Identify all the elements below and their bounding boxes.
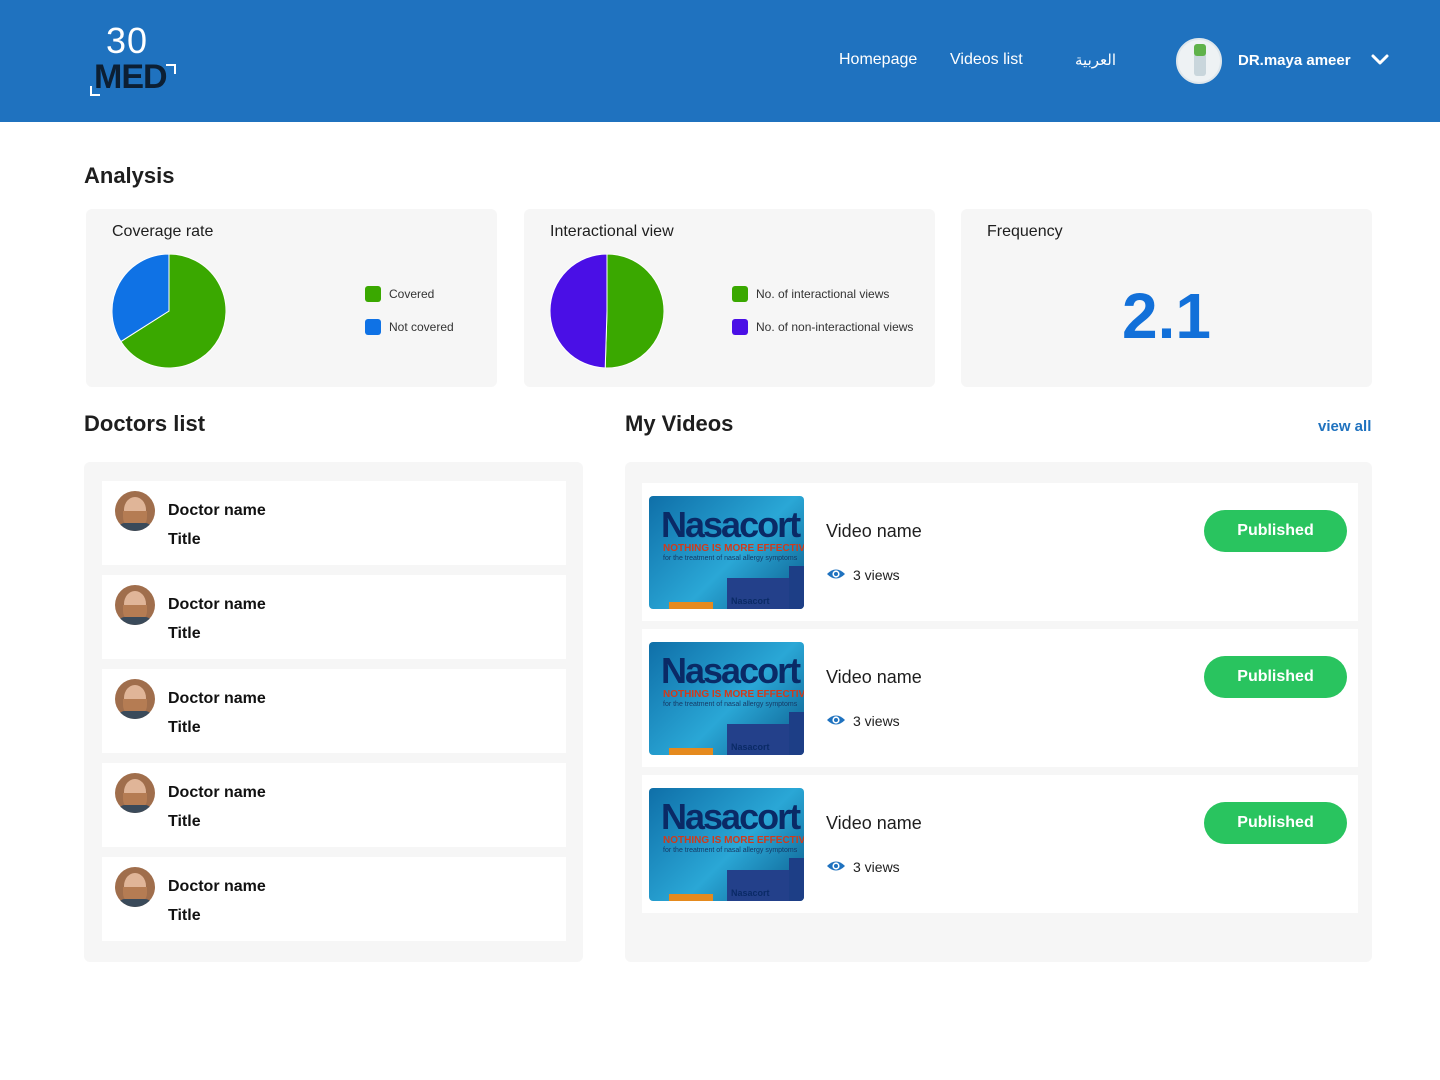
doctor-avatar bbox=[115, 491, 155, 531]
doctor-title: Title bbox=[168, 907, 201, 924]
my-videos-panel: Nasacort NOTHING IS MORE EFFECTIVE for t… bbox=[625, 462, 1372, 962]
logo-text: MED bbox=[94, 58, 168, 96]
logo-corner-mark bbox=[90, 86, 100, 96]
chevron-down-icon[interactable] bbox=[1370, 50, 1390, 70]
frequency-title: Frequency bbox=[987, 223, 1063, 240]
view-all-link[interactable]: view all bbox=[1318, 418, 1371, 435]
coverage-rate-title: Coverage rate bbox=[112, 223, 214, 240]
thumbnail-tagline: NOTHING IS MORE EFFECTIVE bbox=[663, 835, 804, 846]
video-views: 3 views bbox=[853, 859, 900, 875]
interactional-view-title: Interactional view bbox=[550, 223, 674, 240]
legend-swatch-not-covered bbox=[365, 319, 381, 335]
thumbnail-subline: for the treatment of nasal allergy sympt… bbox=[663, 847, 798, 854]
my-videos-title: My Videos bbox=[625, 411, 734, 436]
doctor-name: Doctor name bbox=[168, 690, 266, 707]
user-name[interactable]: DR.maya ameer bbox=[1238, 52, 1351, 69]
video-thumbnail[interactable]: Nasacort NOTHING IS MORE EFFECTIVE for t… bbox=[649, 788, 804, 901]
doctor-name: Doctor name bbox=[168, 596, 266, 613]
top-header: 30 MED Homepage Videos list العربية DR.m… bbox=[0, 0, 1440, 122]
legend-label: Covered bbox=[389, 287, 435, 301]
doctors-list-panel: Doctor name Title Doctor name Title Doct… bbox=[84, 462, 583, 962]
published-status-button[interactable]: Published bbox=[1204, 656, 1347, 698]
doctor-avatar bbox=[115, 679, 155, 719]
pie-slice-no-of-interactional-views bbox=[604, 254, 664, 368]
thumbnail-brand: Nasacort bbox=[661, 504, 801, 545]
doctor-title: Title bbox=[168, 531, 201, 548]
logo-corner-mark bbox=[166, 64, 176, 74]
legend-swatch-non-interactional bbox=[732, 319, 748, 335]
doctor-title: Title bbox=[168, 625, 201, 642]
legend-non-interactional: No. of non-interactional views bbox=[732, 319, 913, 335]
thumbnail-box-label: Nasacort bbox=[731, 596, 770, 606]
video-thumbnail[interactable]: Nasacort NOTHING IS MORE EFFECTIVE for t… bbox=[649, 642, 804, 755]
logo-number: 30 bbox=[106, 20, 149, 61]
app-logo[interactable]: 30 MED bbox=[88, 20, 180, 100]
eye-icon bbox=[827, 569, 845, 579]
doctor-list-item[interactable]: Doctor name Title bbox=[102, 669, 566, 753]
thumbnail-brand: Nasacort bbox=[661, 796, 801, 837]
video-thumbnail[interactable]: Nasacort NOTHING IS MORE EFFECTIVE for t… bbox=[649, 496, 804, 609]
legend-interactional: No. of interactional views bbox=[732, 286, 889, 302]
doctor-name: Doctor name bbox=[168, 502, 266, 519]
doctor-name: Doctor name bbox=[168, 878, 266, 895]
thumbnail-tagline: NOTHING IS MORE EFFECTIVE bbox=[663, 543, 804, 554]
doctor-avatar bbox=[115, 585, 155, 625]
doctor-avatar bbox=[115, 867, 155, 907]
video-name: Video name bbox=[826, 521, 922, 541]
doctor-list-item[interactable]: Doctor name Title bbox=[102, 763, 566, 847]
avatar-image-accent bbox=[1194, 44, 1206, 56]
coverage-pie-chart bbox=[112, 254, 226, 368]
eye-icon bbox=[827, 861, 845, 871]
user-avatar[interactable] bbox=[1176, 38, 1222, 84]
video-list-item[interactable]: Nasacort NOTHING IS MORE EFFECTIVE for t… bbox=[642, 629, 1358, 767]
frequency-card: Frequency 2.1 bbox=[961, 209, 1372, 387]
nav-videos-list[interactable]: Videos list bbox=[950, 51, 1023, 69]
doctor-title: Title bbox=[168, 813, 201, 830]
legend-swatch-interactional bbox=[732, 286, 748, 302]
analysis-title: Analysis bbox=[84, 163, 175, 188]
eye-icon bbox=[827, 715, 845, 725]
published-status-button[interactable]: Published bbox=[1204, 510, 1347, 552]
legend-label: No. of non-interactional views bbox=[756, 320, 914, 334]
nav-language-arabic[interactable]: العربية bbox=[1075, 51, 1116, 69]
legend-swatch-covered bbox=[365, 286, 381, 302]
doctor-list-item[interactable]: Doctor name Title bbox=[102, 857, 566, 941]
thumbnail-box-label: Nasacort bbox=[731, 888, 770, 898]
thumbnail-subline: for the treatment of nasal allergy sympt… bbox=[663, 701, 798, 708]
coverage-rate-card: Coverage rate Covered Not covered bbox=[86, 209, 497, 387]
legend-not-covered: Not covered bbox=[365, 319, 454, 335]
legend-label: No. of interactional views bbox=[756, 287, 890, 301]
frequency-value: 2.1 bbox=[1122, 280, 1211, 352]
thumbnail-box-label: Nasacort bbox=[731, 742, 770, 752]
doctor-title: Title bbox=[168, 719, 201, 736]
legend-covered: Covered bbox=[365, 286, 434, 302]
video-views: 3 views bbox=[853, 567, 900, 583]
doctors-list-title: Doctors list bbox=[84, 411, 206, 436]
video-views: 3 views bbox=[853, 713, 900, 729]
video-list-item[interactable]: Nasacort NOTHING IS MORE EFFECTIVE for t… bbox=[642, 483, 1358, 621]
published-status-button[interactable]: Published bbox=[1204, 802, 1347, 844]
nav-homepage[interactable]: Homepage bbox=[839, 51, 917, 69]
doctor-name: Doctor name bbox=[168, 784, 266, 801]
interactional-view-card: Interactional view No. of interactional … bbox=[524, 209, 935, 387]
video-name: Video name bbox=[826, 667, 922, 687]
video-name: Video name bbox=[826, 813, 922, 833]
thumbnail-tagline: NOTHING IS MORE EFFECTIVE bbox=[663, 689, 804, 700]
interactional-pie-chart bbox=[550, 254, 664, 368]
video-list-item[interactable]: Nasacort NOTHING IS MORE EFFECTIVE for t… bbox=[642, 775, 1358, 913]
doctor-list-item[interactable]: Doctor name Title bbox=[102, 481, 566, 565]
doctor-list-item[interactable]: Doctor name Title bbox=[102, 575, 566, 659]
legend-label: Not covered bbox=[389, 320, 454, 334]
thumbnail-subline: for the treatment of nasal allergy sympt… bbox=[663, 555, 798, 562]
pie-slice-no-of-non-interactional-views bbox=[550, 254, 608, 368]
doctor-avatar bbox=[115, 773, 155, 813]
thumbnail-brand: Nasacort bbox=[661, 650, 801, 691]
